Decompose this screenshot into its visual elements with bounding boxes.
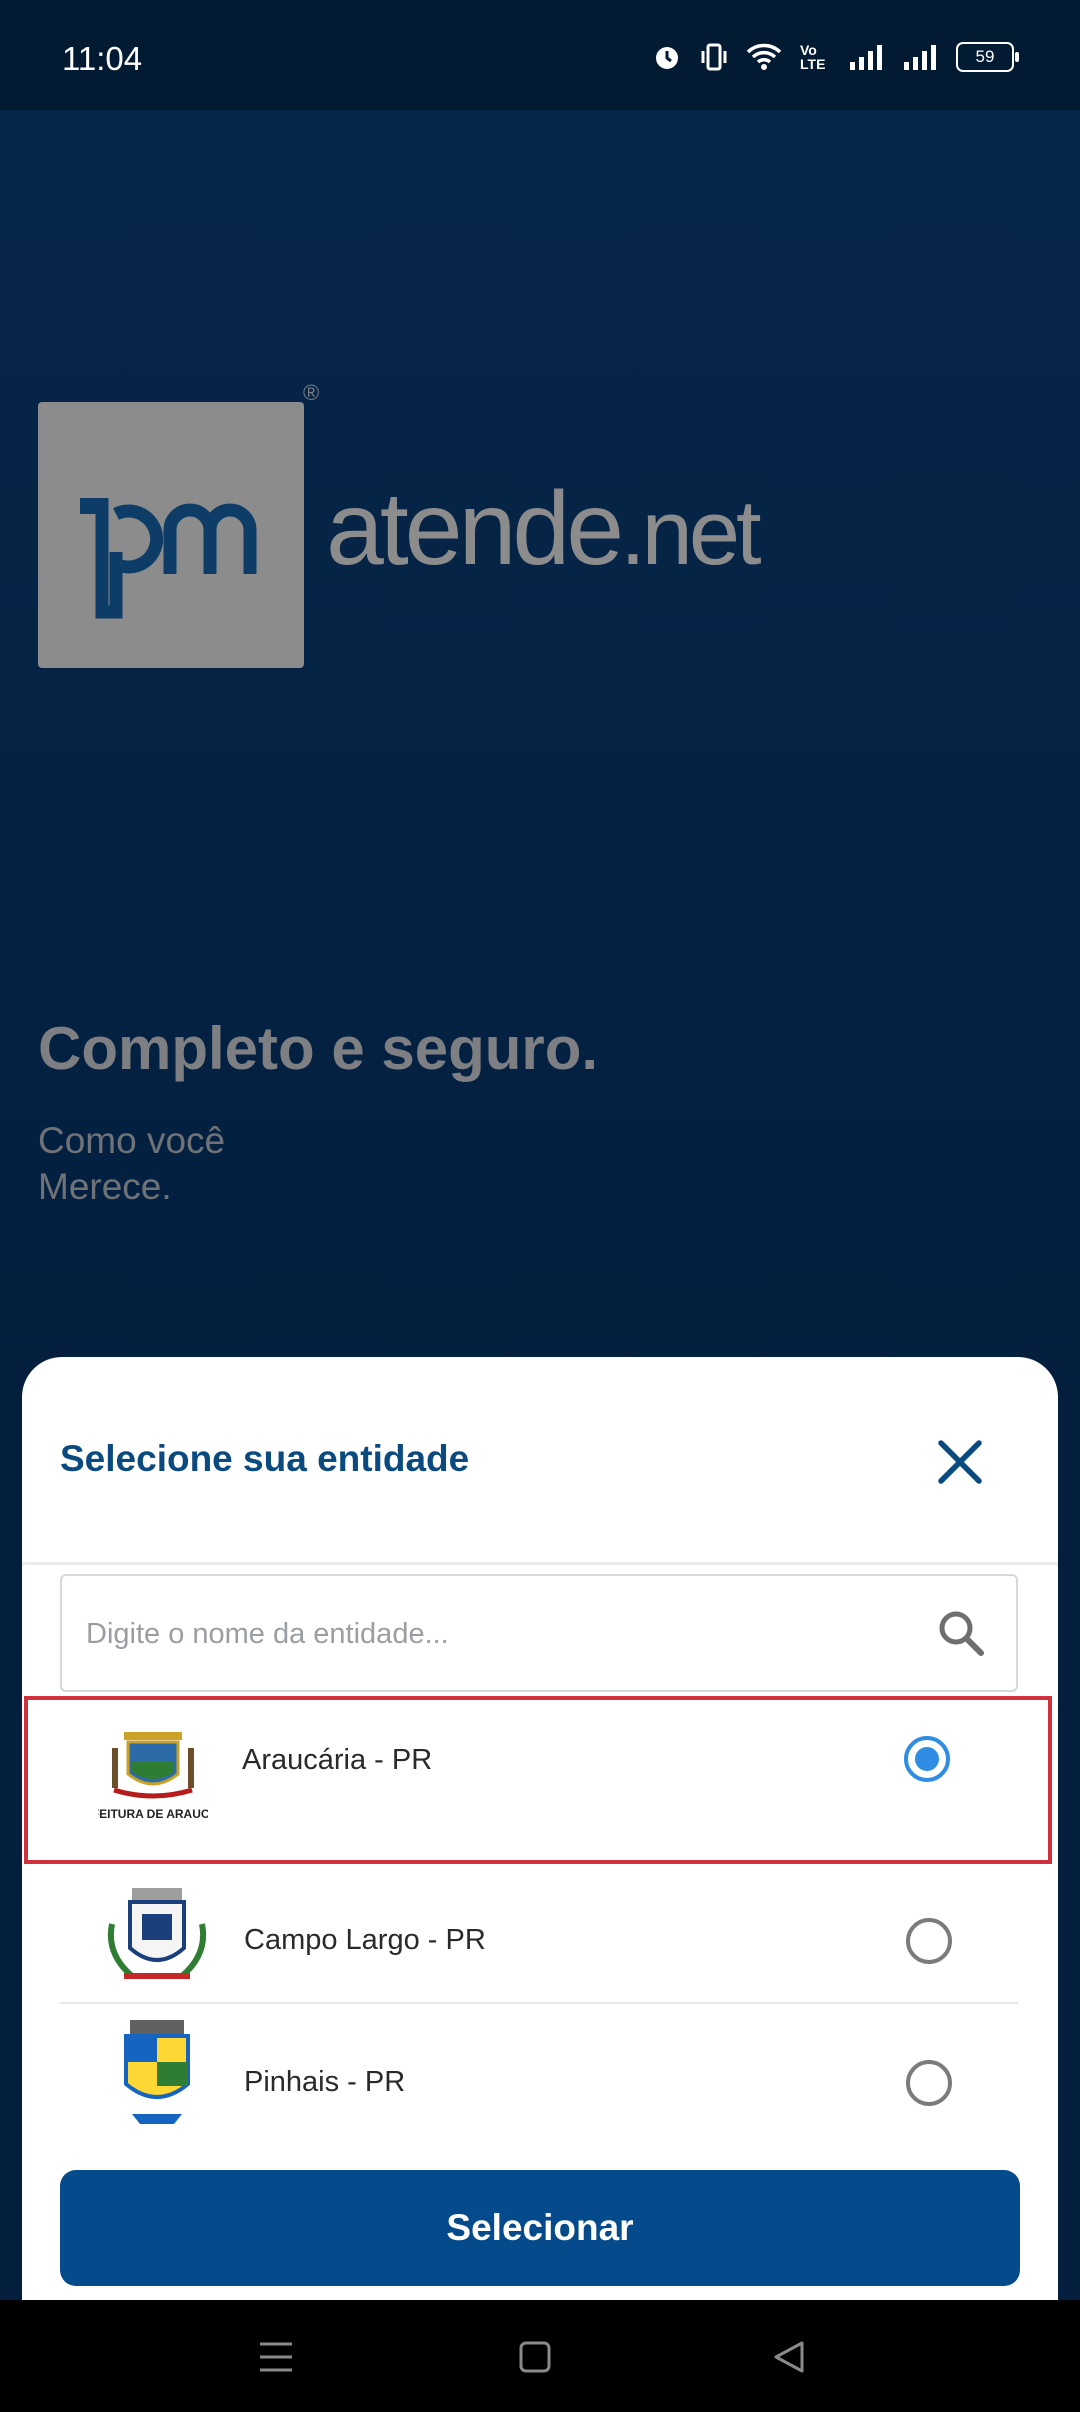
entity-name: Campo Largo - PR (244, 1924, 486, 1956)
subtagline: Como você Merece. (38, 1118, 225, 1210)
entity-name: Araucária - PR (242, 1744, 433, 1776)
search-box (60, 1574, 1018, 1692)
entity-radio[interactable] (906, 2060, 952, 2106)
entity-row-pinhais[interactable]: Pinhais - PR (60, 2004, 1018, 2164)
status-time: 11:04 (62, 40, 143, 77)
search-input[interactable] (84, 1576, 908, 1692)
back-nav-icon[interactable] (772, 2340, 806, 2374)
araucaria-crest-caption: PREFEITURA DE ARAUCÁRIA (98, 1806, 208, 1821)
entity-row-campo-largo[interactable]: Campo Largo - PR (60, 1880, 1018, 2004)
brand-name: atende.net (326, 470, 762, 589)
pinhais-crest-icon (124, 2020, 190, 2124)
home-nav-icon[interactable] (518, 2340, 552, 2374)
battery-icon: 59 (956, 42, 1019, 72)
registered-mark: ® (303, 380, 320, 405)
navigation-bar (0, 2300, 1080, 2412)
sheet-divider (22, 1562, 1058, 1565)
brand-name-suffix: .net (620, 482, 761, 584)
entity-radio-selected[interactable] (904, 1736, 950, 1782)
wifi-icon (746, 43, 782, 70)
entity-radio[interactable] (906, 1918, 952, 1964)
close-icon (938, 1440, 982, 1484)
araucaria-crest-icon: PREFEITURA DE ARAUCÁRIA (98, 1732, 208, 1821)
vibrate-icon (701, 43, 727, 71)
subtagline-line2: Merece. (38, 1166, 172, 1207)
campo-largo-crest-icon (108, 1888, 206, 1979)
brand-name-main: atende (326, 471, 624, 587)
ipm-logo-icon (80, 498, 257, 619)
subtagline-line1: Como você (38, 1120, 226, 1161)
status-bar: 11:04 Vo LTE 59 (0, 0, 1080, 110)
volte-label: Vo LTE (800, 42, 826, 72)
select-button[interactable]: Selecionar (60, 2170, 1020, 2286)
entity-row-araucaria[interactable]: PREFEITURA DE ARAUCÁRIA Araucária - PR (24, 1696, 1052, 1864)
signal-icon (850, 45, 882, 70)
tagline: Completo e seguro. (38, 1015, 599, 1082)
search-icon[interactable] (936, 1608, 986, 1658)
close-button[interactable] (928, 1430, 992, 1494)
signal-icon-2 (904, 45, 936, 70)
sheet-title: Selecione sua entidade (60, 1438, 470, 1479)
entity-name: Pinhais - PR (244, 2066, 406, 2098)
battery-level: 59 (975, 47, 995, 66)
menu-nav-icon[interactable] (258, 2340, 294, 2374)
alarm-icon (656, 47, 678, 69)
status-icons: Vo LTE 59 (652, 42, 1019, 72)
